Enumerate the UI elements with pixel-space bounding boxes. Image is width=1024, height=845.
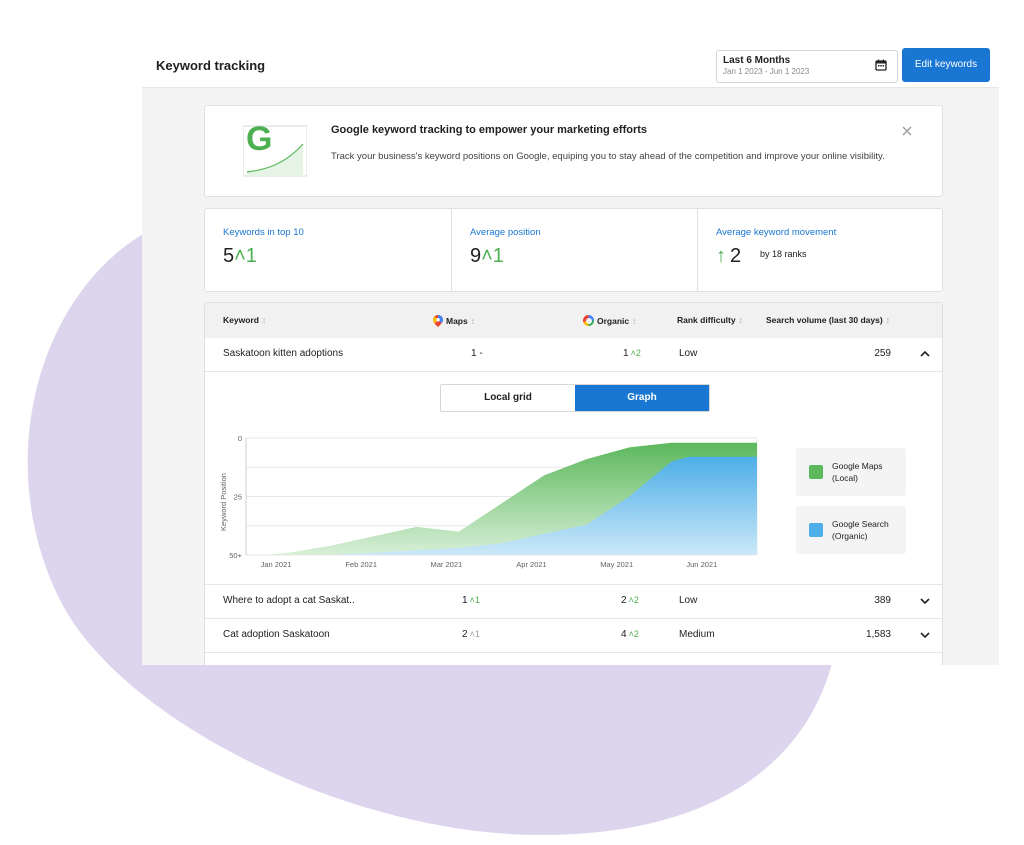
stat-change: ˄1 (481, 245, 504, 267)
google-g-icon (583, 315, 594, 326)
stat-label: Average keyword movement (716, 227, 837, 238)
y-axis-label: Keyword Position (219, 473, 228, 531)
table-row[interactable]: Saskatoon kitten adoptions 1 - 1 ˄2 Low 2… (205, 338, 942, 372)
keyword-table: Keyword ↕ Maps ↕ Organic ↕ Rank difficulty ↕… (204, 302, 943, 665)
x-tick-label: Apr 2021 (516, 560, 546, 569)
maps-cell: 1 ˄1 (462, 595, 480, 606)
stat-value: 9˄1 (470, 245, 504, 267)
sort-icon[interactable]: ↕ (632, 316, 636, 326)
keyword-position-chart: 0 25 50+ Jan 2021 Feb 2021 Mar 2021 Apr 2021 Ma… (219, 434, 758, 569)
maps-cell: 2 ˄1 (462, 629, 480, 640)
sort-icon[interactable]: ↕ (886, 315, 890, 325)
legend-swatch (809, 465, 823, 479)
column-search-volume[interactable]: Search volume (last 30 days) ↕ (766, 315, 890, 325)
keyword-cell: Saskatoon kitten adoptions (223, 348, 344, 359)
chevron-up-icon[interactable] (920, 350, 930, 358)
main-content: G Google keyword tracking to empower you… (142, 88, 999, 665)
column-rank-difficulty[interactable]: Rank difficulty ↕ (677, 315, 743, 325)
date-range-label: Last 6 Months (723, 55, 791, 66)
date-range-picker[interactable]: Last 6 Months Jan 1 2023 - Jun 1 2023 (716, 50, 898, 83)
keyword-tracking-window: Keyword tracking Last 6 Months Jan 1 202… (142, 45, 999, 665)
stat-label: Keywords in top 10 (223, 227, 304, 238)
y-tick-label: 25 (234, 493, 242, 502)
column-keyword[interactable]: Keyword ↕ (223, 315, 266, 325)
x-tick-label: May 2021 (600, 560, 633, 569)
stat-subtext: by 18 ranks (760, 249, 807, 259)
table-row[interactable]: Where to adopt a cat Saskat.. 1 ˄1 2 ˄2 Lo… (205, 585, 942, 619)
keyword-cell: Cat adoption Saskatoon (223, 629, 330, 640)
stat-label: Average position (470, 227, 541, 238)
legend-google-search: Google Search (Organic) (796, 506, 906, 554)
table-header: Keyword ↕ Maps ↕ Organic ↕ Rank difficulty ↕… (205, 303, 942, 339)
chevron-down-icon[interactable] (920, 597, 930, 605)
y-tick-label: 50+ (229, 551, 242, 560)
sort-icon[interactable]: ↕ (471, 316, 475, 326)
legend-label: Google Maps (Local) (832, 461, 883, 483)
difficulty-cell: Low (679, 595, 698, 606)
keyword-cell: Where to adopt a cat Saskat.. (223, 595, 355, 606)
organic-cell: 4 ˄2 (621, 629, 639, 640)
legend-label: Google Search (Organic) (832, 519, 889, 541)
column-organic[interactable]: Organic ↕ (583, 315, 636, 326)
promo-logo-letter: G (246, 120, 272, 158)
organic-cell: 1 ˄2 (623, 348, 641, 359)
y-tick-label: 0 (238, 434, 242, 443)
volume-cell: 1,583 (865, 629, 891, 640)
close-icon[interactable] (900, 124, 914, 138)
stat-keywords-top10: Keywords in top 10 5˄1 (205, 209, 450, 291)
difficulty-cell: Low (679, 348, 698, 359)
x-tick-label: Jan 2021 (261, 560, 292, 569)
stat-average-position: Average position 9˄1 (451, 209, 697, 291)
legend-google-maps: Google Maps (Local) (796, 448, 906, 496)
x-tick-label: Jun 2021 (686, 560, 717, 569)
table-row[interactable] (205, 653, 942, 665)
page-title: Keyword tracking (156, 58, 266, 73)
keyword-detail-panel: Local grid Graph 0 25 50+ Jan 2021 Feb 2… (205, 372, 942, 585)
calendar-icon[interactable] (875, 59, 887, 71)
promo-title: Google keyword tracking to empower your … (331, 124, 648, 136)
promo-description: Track your business's keyword positions … (331, 151, 885, 162)
difficulty-cell: Medium (679, 629, 715, 640)
date-range-dates: Jan 1 2023 - Jun 1 2023 (723, 67, 810, 76)
volume-cell: 259 (874, 348, 891, 359)
volume-cell: 389 (874, 595, 891, 606)
x-tick-label: Mar 2021 (430, 560, 462, 569)
chevron-down-icon[interactable] (920, 631, 930, 639)
x-tick-label: Feb 2021 (345, 560, 377, 569)
organic-cell: 2 ˄2 (621, 595, 639, 606)
promo-banner: G Google keyword tracking to empower you… (204, 105, 943, 197)
local-grid-tab[interactable]: Local grid (441, 385, 575, 411)
edit-keywords-button[interactable]: Edit keywords (902, 48, 990, 82)
column-maps[interactable]: Maps ↕ (433, 315, 475, 327)
stat-change: ˄1 (234, 245, 257, 267)
table-row[interactable]: Cat adoption Saskatoon 2 ˄1 4 ˄2 Medium 1,… (205, 619, 942, 653)
graph-tab[interactable]: Graph (575, 385, 709, 411)
google-rank-graphic: G (243, 120, 307, 177)
stat-average-movement: Average keyword movement ↑ 2 by 18 ranks (697, 209, 943, 291)
maps-cell: 1 - (471, 348, 483, 359)
sort-icon[interactable]: ↕ (262, 315, 266, 325)
top-bar: Keyword tracking Last 6 Months Jan 1 202… (142, 45, 999, 88)
view-toggle: Local grid Graph (440, 384, 710, 412)
sort-icon[interactable]: ↕ (739, 315, 743, 325)
stat-value: 5˄1 (223, 245, 257, 267)
stat-value: ↑ 2 (716, 245, 742, 267)
map-pin-icon (433, 315, 443, 327)
legend-swatch (809, 523, 823, 537)
arrow-up-icon: ↑ (716, 245, 726, 267)
stats-panel: Keywords in top 10 5˄1 Average position … (204, 208, 943, 292)
